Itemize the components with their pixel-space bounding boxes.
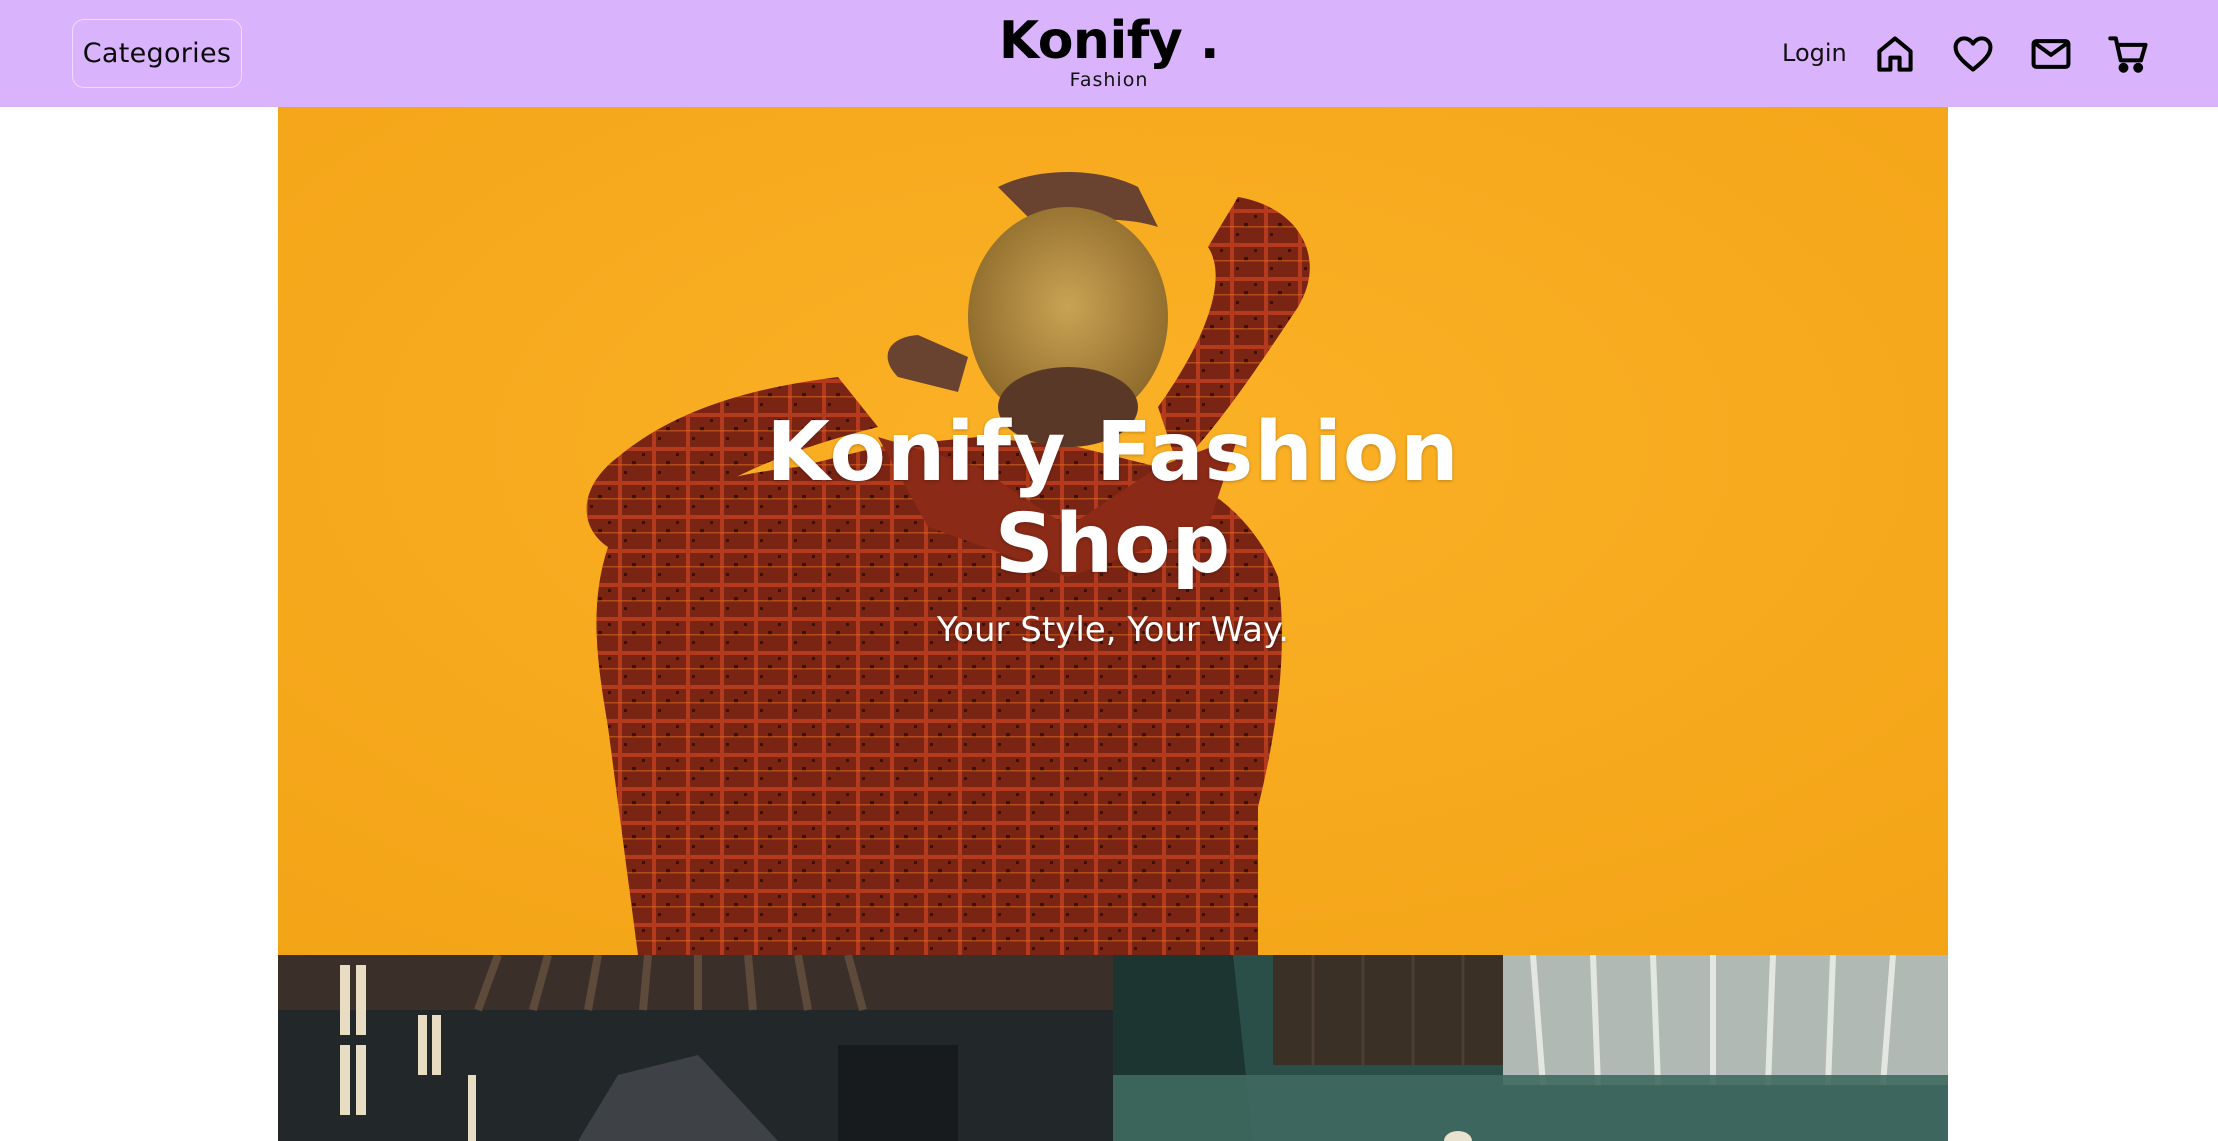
cart-icon[interactable] bbox=[2105, 30, 2153, 78]
gallery-image-room[interactable] bbox=[1113, 955, 1948, 1141]
top-navbar: Categories Konify . Fashion Login bbox=[0, 0, 2218, 107]
hero-banner: Konify Fashion Shop Your Style, Your Way… bbox=[278, 107, 1948, 955]
hero-text: Konify Fashion Shop Your Style, Your Way… bbox=[278, 407, 1948, 651]
gallery-image-loft[interactable] bbox=[278, 955, 1113, 1141]
heart-icon[interactable] bbox=[1949, 30, 1997, 78]
login-link[interactable]: Login bbox=[1782, 36, 1847, 70]
hero-title: Konify Fashion Shop bbox=[766, 405, 1460, 592]
mail-icon[interactable] bbox=[2027, 30, 2075, 78]
home-icon[interactable] bbox=[1871, 30, 1919, 78]
hero-tagline: Your Style, Your Way. bbox=[936, 610, 1290, 650]
categories-button[interactable]: Categories bbox=[72, 19, 242, 88]
